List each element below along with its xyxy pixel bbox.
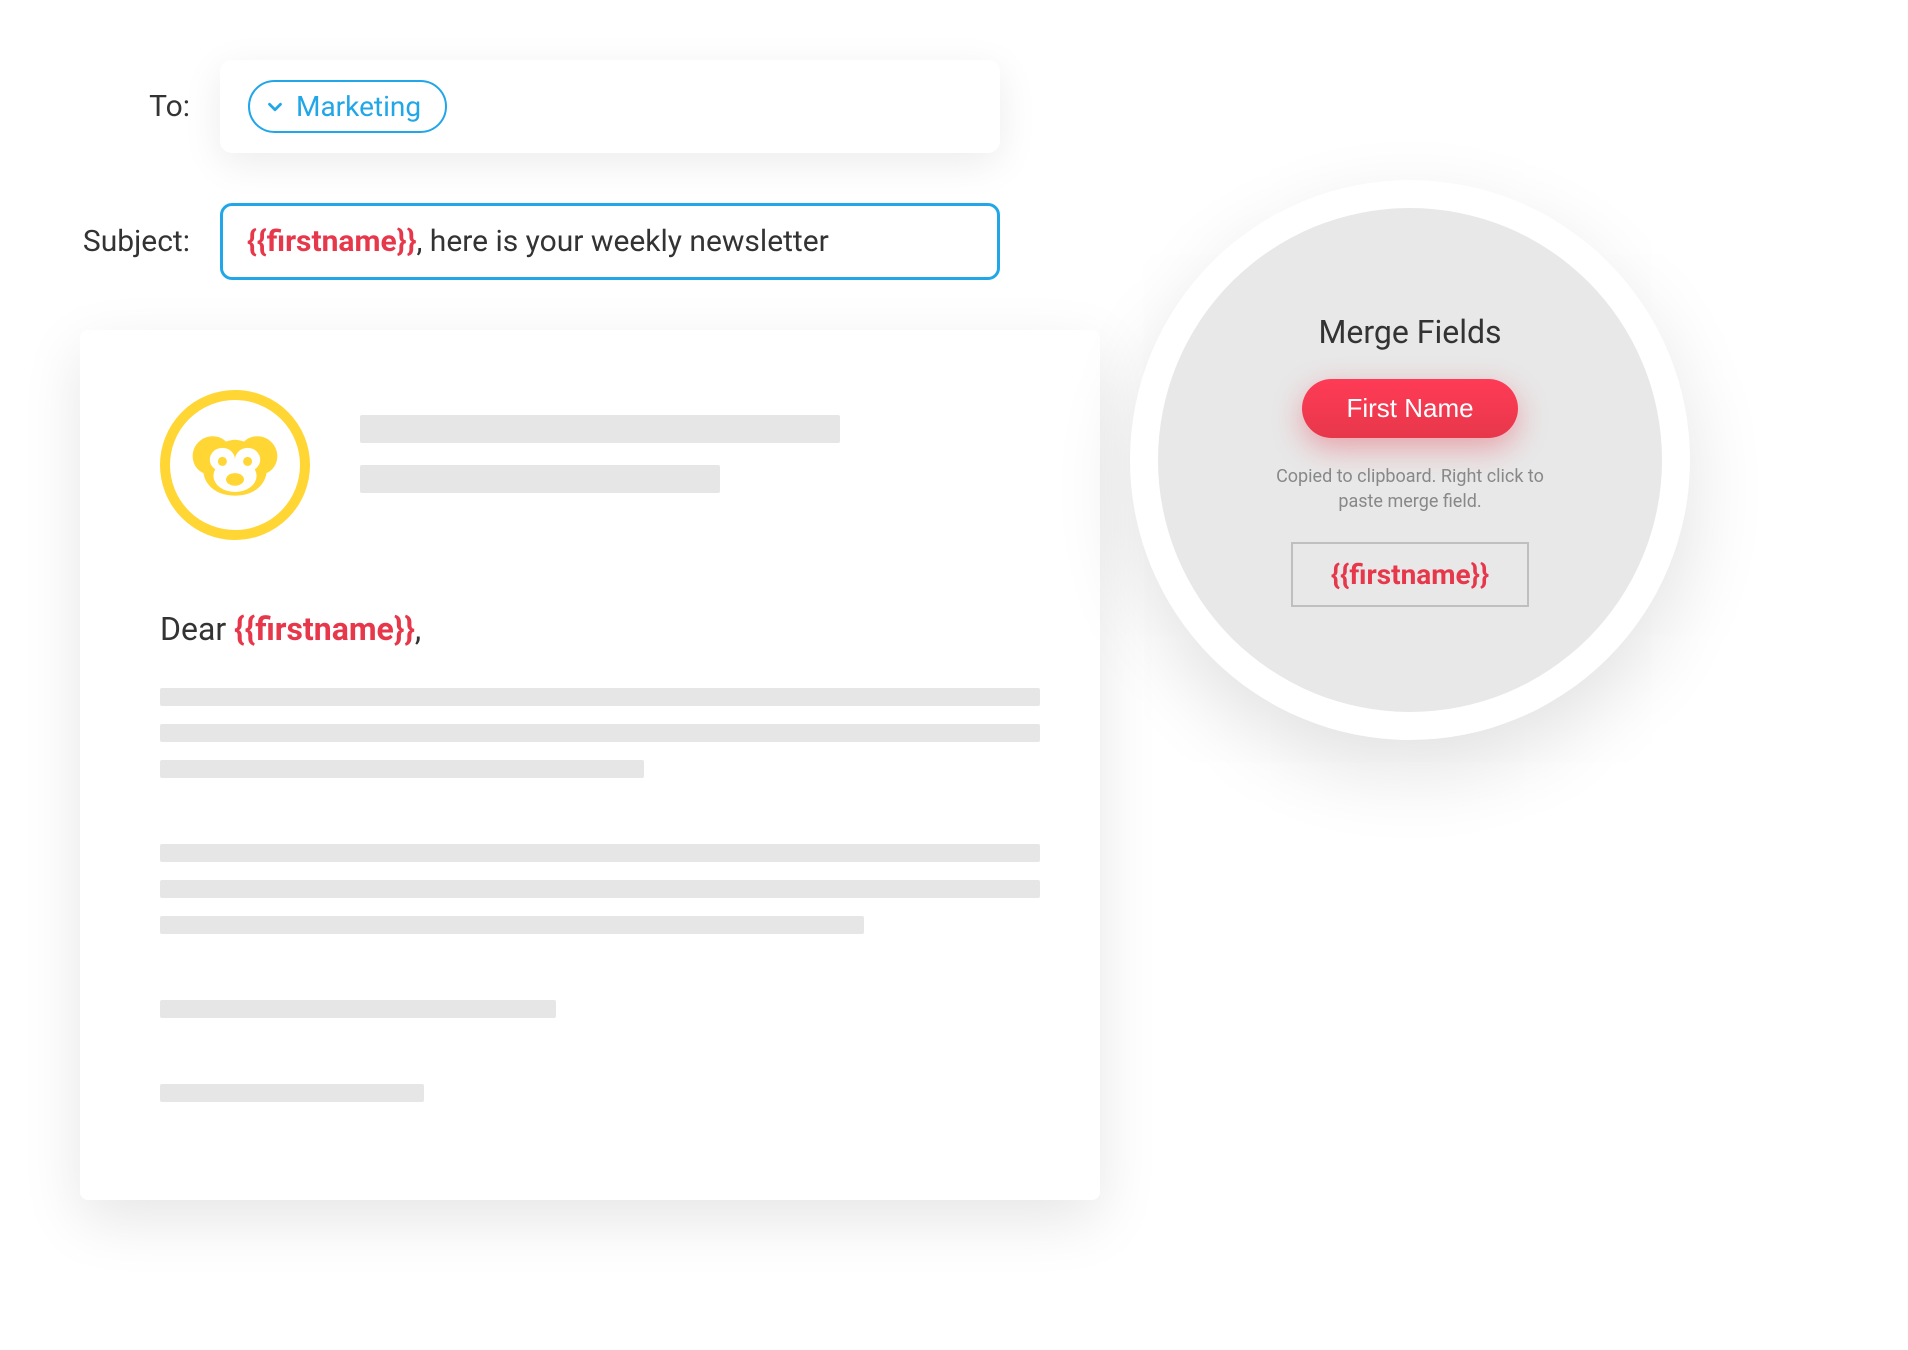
skeleton-line	[160, 1084, 424, 1102]
chevron-down-icon	[264, 96, 286, 118]
skeleton-line	[360, 415, 840, 443]
popover-inner: Merge Fields First Name Copied to clipbo…	[1158, 208, 1662, 712]
popover-title: Merge Fields	[1318, 313, 1501, 351]
monkey-logo-icon	[160, 390, 310, 540]
email-preview: Dear {{firstname}},	[80, 330, 1100, 1200]
subject-text: , here is your weekly newsletter	[416, 224, 828, 259]
skeleton-line	[160, 724, 1040, 742]
popover-hint: Copied to clipboard. Right click to past…	[1270, 464, 1550, 514]
skeleton-line	[160, 688, 1040, 706]
skeleton-line	[160, 844, 1040, 862]
first-name-button[interactable]: First Name	[1302, 379, 1517, 438]
to-row: To: Marketing	[50, 60, 1350, 153]
subject-merge-token: {{firstname}}	[247, 224, 416, 259]
skeleton-line	[160, 760, 644, 778]
popover-token[interactable]: {{firstname}}	[1291, 542, 1529, 607]
skeleton-gap	[160, 952, 1040, 982]
merge-fields-popover: Merge Fields First Name Copied to clipbo…	[1130, 180, 1690, 740]
skeleton-line	[160, 880, 1040, 898]
header-skeleton	[360, 415, 1040, 515]
skeleton-gap	[160, 796, 1040, 826]
greeting-merge-token: {{firstname}}	[234, 610, 415, 648]
skeleton-line	[160, 916, 864, 934]
greeting-prefix: Dear	[160, 610, 234, 648]
subject-label: Subject:	[50, 224, 220, 259]
body-skeleton	[160, 688, 1040, 1102]
recipient-chip-label: Marketing	[296, 90, 421, 123]
subject-input[interactable]: {{firstname}}, here is your weekly newsl…	[220, 203, 1000, 280]
greeting-suffix: ,	[415, 610, 421, 648]
skeleton-line	[360, 465, 720, 493]
skeleton-line	[160, 1000, 556, 1018]
to-label: To:	[50, 89, 220, 124]
recipient-chip[interactable]: Marketing	[248, 80, 447, 133]
email-header	[160, 390, 1040, 540]
skeleton-gap	[160, 1036, 1040, 1066]
to-field[interactable]: Marketing	[220, 60, 1000, 153]
greeting-line: Dear {{firstname}},	[160, 610, 1040, 648]
